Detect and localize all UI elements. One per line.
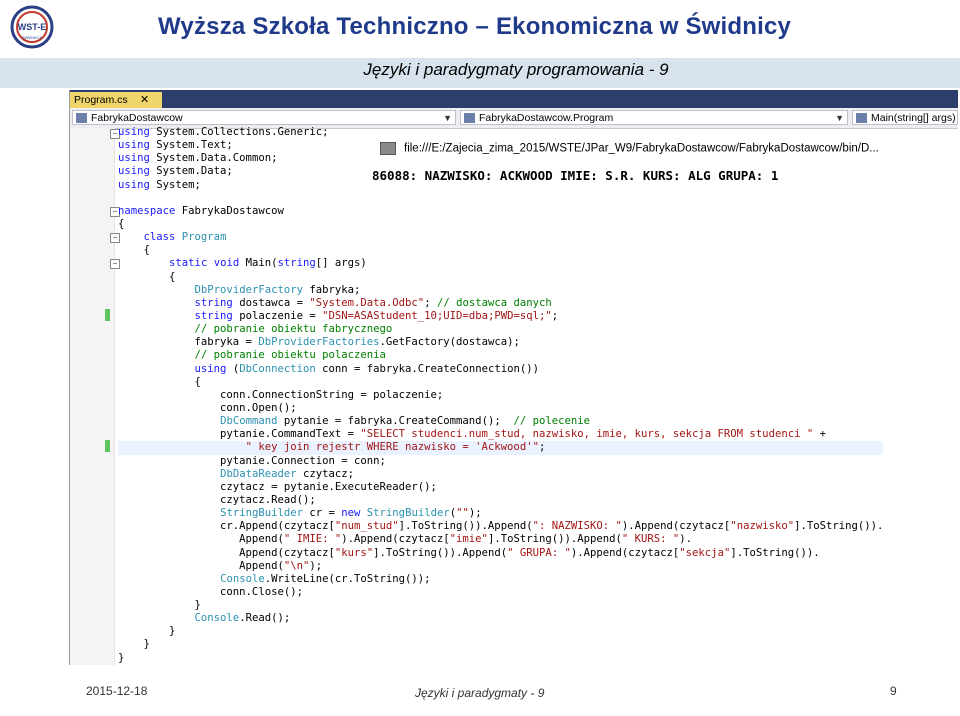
code-line[interactable]: DbCommand pytanie = fabryka.CreateComman… <box>118 415 883 428</box>
editor-tab-bar: Program.cs ✕ <box>70 90 958 108</box>
code-line[interactable]: DbDataReader czytacz; <box>118 468 883 481</box>
code-line[interactable]: } <box>118 638 883 651</box>
code-line[interactable]: { <box>118 244 883 257</box>
member-dropdown-value: Main(string[] args) <box>871 112 956 124</box>
chevron-down-icon: ▼ <box>835 113 844 123</box>
code-line[interactable]: // pobranie obiektu fabrycznego <box>118 323 883 336</box>
close-icon[interactable]: ✕ <box>140 92 149 108</box>
class-dropdown-value: FabrykaDostawcow.Program <box>479 112 614 124</box>
code-line[interactable]: pytanie.CommandText = "SELECT studenci.n… <box>118 428 883 441</box>
school-name: Wyższa Szkoła Techniczno – Ekonomiczna w… <box>158 13 792 40</box>
code-line[interactable]: static void Main(string[] args) <box>118 257 883 270</box>
code-line[interactable]: cr.Append(czytacz["num_stud"].ToString()… <box>118 520 883 533</box>
code-line[interactable]: " key join rejestr WHERE nazwisko = 'Ack… <box>118 441 884 455</box>
member-dropdown[interactable]: Main(string[] args) <box>852 110 958 125</box>
console-output: 86088: NAZWISKO: ACKWOOD IMIE: S.R. KURS… <box>372 168 779 183</box>
slide-subtitle: Języki i paradygmaty programowania - 9 <box>0 60 960 80</box>
footer-title: Języki i paradygmaty - 9 <box>415 686 545 700</box>
code-line[interactable]: Append(" IMIE: ").Append(czytacz["imie"]… <box>118 533 883 546</box>
svg-text:ŚWIDNICA: ŚWIDNICA <box>22 35 42 40</box>
console-title-bar: file:///E:/Zajecia_zima_2015/WSTE/JPar_W… <box>380 142 879 155</box>
code-line[interactable]: } <box>118 652 883 665</box>
code-line[interactable]: conn.Close(); <box>118 586 883 599</box>
code-line[interactable]: } <box>118 599 883 612</box>
change-marker <box>105 440 110 452</box>
project-dropdown-value: FabrykaDostawcow <box>91 112 183 124</box>
change-marker <box>105 309 110 321</box>
method-icon <box>856 113 867 123</box>
wste-logo-icon: WST-E ŚWIDNICA <box>10 5 54 49</box>
code-line[interactable]: { <box>118 218 883 231</box>
code-line[interactable]: string polaczenie = "DSN=ASAStudent_10;U… <box>118 310 883 323</box>
code-line[interactable]: class Program <box>118 231 883 244</box>
code-line[interactable] <box>118 192 883 205</box>
csharp-project-icon <box>76 113 87 123</box>
code-line[interactable]: Console.Read(); <box>118 612 883 625</box>
project-dropdown[interactable]: FabrykaDostawcow ▼ <box>72 110 456 125</box>
code-line[interactable]: namespace FabrykaDostawcow <box>118 205 883 218</box>
code-line[interactable]: fabryka = DbProviderFactories.GetFactory… <box>118 336 883 349</box>
console-title: file:///E:/Zajecia_zima_2015/WSTE/JPar_W… <box>404 142 879 155</box>
code-line[interactable]: conn.ConnectionString = polaczenie; <box>118 389 883 402</box>
code-editor[interactable]: using System.Collections.Generic; using S… <box>118 126 884 665</box>
tab-program-cs[interactable]: Program.cs ✕ <box>70 92 162 108</box>
code-line[interactable]: DbProviderFactory fabryka; <box>118 284 883 297</box>
chevron-down-icon: ▼ <box>443 113 452 123</box>
class-dropdown[interactable]: FabrykaDostawcow.Program ▼ <box>460 110 848 125</box>
code-line[interactable]: // pobranie obiektu polaczenia <box>118 349 883 362</box>
code-line[interactable]: } <box>118 625 883 638</box>
code-line[interactable]: string dostawca = "System.Data.Odbc"; //… <box>118 297 883 310</box>
code-line[interactable]: StringBuilder cr = new StringBuilder("")… <box>118 507 883 520</box>
code-line[interactable]: { <box>118 376 883 389</box>
code-line[interactable]: using (DbConnection conn = fabryka.Creat… <box>118 363 883 376</box>
slide-subtitle-text: Języki i paradygmaty programowania - 9 <box>363 60 669 79</box>
code-line[interactable]: Append("\n"); <box>118 560 883 573</box>
page-number: 9 <box>890 684 897 698</box>
tab-label: Program.cs <box>74 94 128 106</box>
footer-date: 2015-12-18 <box>86 684 148 698</box>
code-line[interactable]: czytacz.Read(); <box>118 494 883 507</box>
slide-header: WST-E ŚWIDNICA Wyższa Szkoła Techniczno … <box>0 0 960 58</box>
code-line[interactable]: Console.WriteLine(cr.ToString()); <box>118 573 883 586</box>
editor-gutter <box>70 128 115 665</box>
code-line[interactable]: pytanie.Connection = conn; <box>118 455 883 468</box>
code-line[interactable]: { <box>118 271 883 284</box>
code-line[interactable]: czytacz = pytanie.ExecuteReader(); <box>118 481 883 494</box>
class-icon <box>464 113 475 123</box>
code-line[interactable]: conn.Open(); <box>118 402 883 415</box>
svg-text:WST-E: WST-E <box>18 22 47 32</box>
code-line[interactable]: Append(czytacz["kurs"].ToString()).Appen… <box>118 547 883 560</box>
console-app-icon <box>380 142 396 155</box>
console-window: file:///E:/Zajecia_zima_2015/WSTE/JPar_W… <box>372 138 957 190</box>
